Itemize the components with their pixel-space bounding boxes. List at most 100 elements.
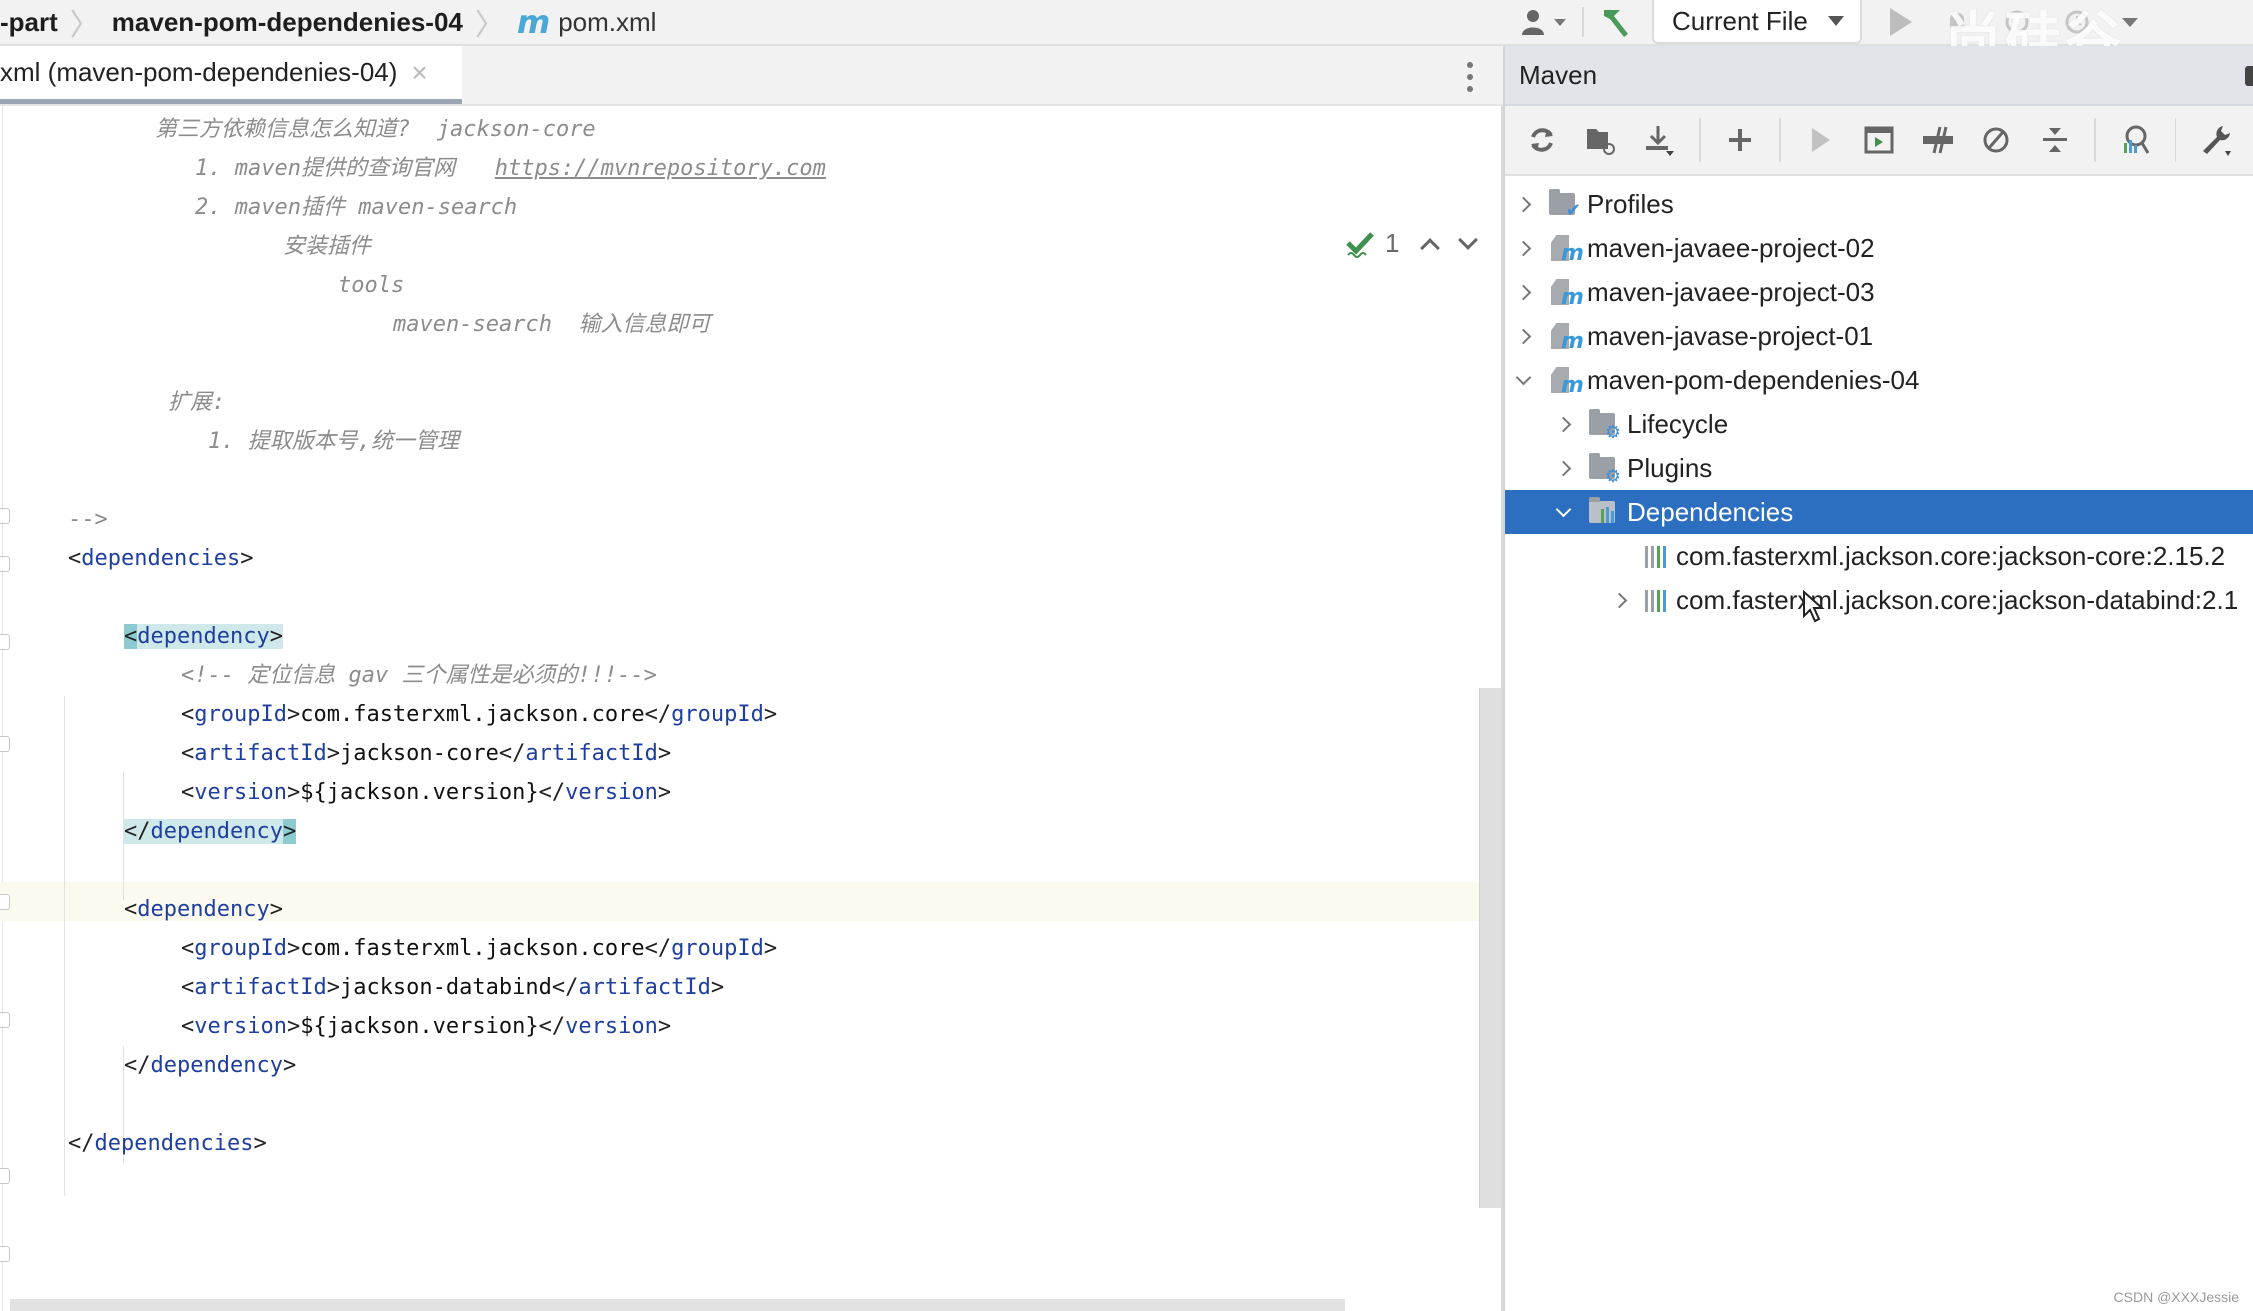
expand-arrow-icon[interactable] [1605, 586, 1633, 614]
comment-text: 输入信息即可 [551, 312, 711, 337]
code-line: tools [338, 266, 404, 305]
tree-item-plugins[interactable]: ⚙ Plugins [1505, 446, 2253, 490]
collapse-all-icon[interactable] [2035, 120, 2074, 160]
debug-icon[interactable] [1942, 7, 1972, 37]
run-icon[interactable] [1801, 120, 1840, 160]
code-line: <version>${jackson.version}</version> [181, 780, 672, 805]
fold-marker[interactable] [0, 894, 10, 910]
analyze-dependencies-icon[interactable] [2116, 120, 2155, 160]
breadcrumb-item-project[interactable]: -part [0, 7, 58, 38]
tree-item-project[interactable]: m maven-pom-dependenies-04 [1505, 358, 2253, 402]
fold-marker[interactable] [0, 1246, 10, 1262]
breadcrumb-item-file[interactable]: pom.xml [558, 7, 656, 38]
tab-pom-xml[interactable]: xml (maven-pom-dependenies-04) × [0, 46, 462, 104]
code-line: <artifactId>jackson-databind</artifactId… [181, 975, 725, 1000]
xml-value: com.fasterxml.jackson.core [300, 702, 645, 727]
coverage-icon[interactable] [2002, 7, 2032, 37]
tree-item-project[interactable]: m maven-javaee-project-02 [1505, 226, 2253, 270]
indent-guide [64, 696, 65, 1196]
xml-tag: artifactId [194, 975, 327, 1000]
tree-item-label: maven-pom-dependenies-04 [1587, 364, 1920, 395]
fold-marker[interactable] [0, 508, 10, 524]
close-icon[interactable]: × [411, 57, 427, 89]
more-options-icon[interactable] [1466, 62, 1474, 92]
maven-title: Maven [1519, 59, 1598, 90]
horizontal-scrollbar[interactable] [10, 1299, 1345, 1311]
fold-marker[interactable] [0, 556, 10, 572]
add-icon[interactable] [1721, 120, 1760, 160]
vcs-user-button[interactable] [1520, 4, 1568, 40]
maven-file-icon: m [516, 3, 551, 41]
reload-icon[interactable] [1523, 120, 1562, 160]
fold-marker[interactable] [0, 736, 10, 752]
tree-item-dependency[interactable]: com.fasterxml.jackson.core:jackson-core:… [1505, 534, 2253, 578]
profiler-icon[interactable] [2062, 7, 2092, 37]
xml-tag: version [565, 780, 658, 805]
reload-folder-icon[interactable] [1582, 120, 1621, 160]
breadcrumb: -part 〉 maven-pom-dependenies-04 〉 m pom… [0, 0, 656, 44]
skip-tests-icon[interactable] [1977, 120, 2016, 160]
tree-item-label: com.fasterxml.jackson.core:jackson-core:… [1676, 540, 2226, 571]
fold-marker[interactable] [0, 634, 10, 650]
repository-link[interactable]: https://mvnrepository.com [495, 156, 826, 181]
expand-arrow-icon[interactable] [1549, 454, 1577, 482]
vertical-scrollbar[interactable] [1479, 688, 1501, 1208]
tree-item-lifecycle[interactable]: ⚙ Lifecycle [1505, 402, 2253, 446]
expand-arrow-icon[interactable] [1509, 234, 1537, 262]
settings-wrench-icon[interactable] [2196, 120, 2235, 160]
expand-arrow-icon[interactable] [1509, 190, 1537, 218]
navigation-bar: -part 〉 maven-pom-dependenies-04 〉 m pom… [0, 0, 2253, 70]
next-highlight-icon[interactable] [1458, 229, 1479, 250]
library-icon [1645, 588, 1666, 612]
expand-arrow-icon[interactable] [1509, 322, 1537, 350]
tree-item-dependency[interactable]: com.fasterxml.jackson.core:jackson-datab… [1505, 578, 2253, 622]
main-toolbar: Current File [1520, 0, 2138, 44]
xml-tag: artifactId [578, 975, 711, 1000]
inspection-widget[interactable]: 1 [1345, 228, 1479, 259]
breadcrumb-item-module[interactable]: maven-pom-dependenies-04 [112, 7, 463, 38]
comment-text: maven-search [344, 195, 518, 220]
tree-item-label: com.fasterxml.jackson.core:jackson-datab… [1676, 584, 2239, 615]
build-button[interactable] [1598, 4, 1638, 40]
tree-item-project[interactable]: m maven-javase-project-01 [1505, 314, 2253, 358]
xml-tag: artifactId [525, 741, 658, 766]
code-line: </dependency> [124, 1053, 297, 1078]
profiles-folder-icon: ✔ [1549, 189, 1581, 220]
code-line: <artifactId>jackson-core</artifactId> [181, 741, 672, 766]
tree-item-project[interactable]: m maven-javaee-project-03 [1505, 270, 2253, 314]
comment-text: 1. [208, 429, 248, 454]
mouse-cursor-icon [1803, 590, 1825, 623]
xml-value: jackson-databind [339, 975, 552, 1000]
xml-value: jackson-core [339, 741, 499, 766]
run-configuration-dropdown[interactable]: Current File [1652, 0, 1862, 44]
previous-highlight-icon[interactable] [1420, 237, 1441, 258]
xml-tag: groupId [671, 702, 764, 727]
tree-item-dependencies[interactable]: Dependencies [1505, 490, 2253, 534]
comment-text: 插件 [300, 195, 345, 220]
xml-tag-matched: dependency [150, 819, 283, 844]
breadcrumb-separator: 〉 [69, 9, 100, 42]
toggle-offline-icon[interactable] [1918, 120, 1957, 160]
expand-arrow-icon[interactable] [1549, 410, 1577, 438]
execute-goal-icon[interactable] [1860, 120, 1899, 160]
code-line: </dependencies> [68, 1131, 267, 1156]
fold-marker[interactable] [0, 1168, 10, 1184]
expand-arrow-icon[interactable] [1509, 278, 1537, 306]
run-icon[interactable] [1890, 8, 1912, 36]
xml-tag: dependencies [81, 546, 241, 571]
maven-module-icon: m [1549, 277, 1584, 310]
code-editor[interactable]: 第三方依赖信息怎么知道? jackson-core 1. maven提供的查询官… [0, 106, 1503, 1311]
collapse-arrow-icon[interactable] [1549, 498, 1577, 526]
code-line: --> [68, 500, 108, 539]
more-run-options-icon[interactable] [2122, 17, 2138, 27]
tree-item-profiles[interactable]: ✔ Profiles [1505, 182, 2253, 226]
download-icon[interactable] [1640, 120, 1679, 160]
maven-tool-window: Maven ✔ Profiles m maven-javaee-project-… [1503, 46, 2253, 1311]
maven-module-icon: m [1549, 365, 1584, 398]
xml-tag: dependency [137, 897, 270, 922]
collapse-arrow-icon[interactable] [1509, 366, 1537, 394]
settings-gear-icon[interactable] [2245, 66, 2253, 86]
tree-item-label: Profiles [1587, 188, 1674, 219]
run-configuration-label: Current File [1672, 5, 1808, 36]
fold-marker[interactable] [0, 1012, 10, 1028]
